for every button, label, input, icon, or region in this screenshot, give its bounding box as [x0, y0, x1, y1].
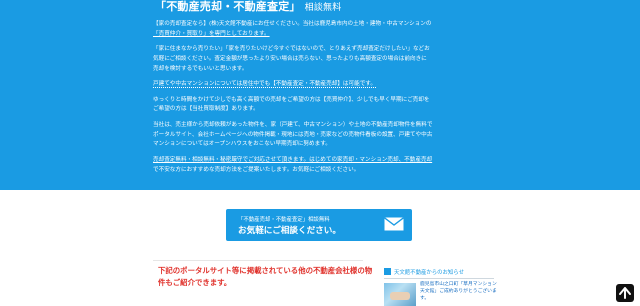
cta-big-label: お気軽にご相談ください。: [238, 226, 341, 236]
hero-paragraph-1: 【家の売却査定なら】(株)天文館不動産にお任せください。当社は鹿児島市内の土地・…: [153, 20, 493, 40]
hero-p5-line-1: 当社は、売主様から売却依頼があった物件を、家（戸建て、中古マンション）や土地の不…: [153, 121, 433, 128]
hero-paragraph-5: 当社は、売主様から売却依頼があった物件を、家（戸建て、中古マンション）や土地の不…: [153, 121, 493, 150]
hero-p5-line-3: マンションについてはオープンハウスをおこない早期売却に努めます。: [153, 141, 331, 148]
hero-title-sub: 相談無料: [304, 3, 342, 13]
news-heading-underline: [384, 278, 494, 279]
arrow-up-icon: [619, 287, 631, 299]
hero-title: 「不動産売却・不動産査定」 相談無料: [155, 0, 341, 14]
hero-paragraph-6: 売却査定無料・相談無料・秘密厳守でご対応させて頂きます。はじめての家売却・マンシ…: [153, 156, 493, 176]
hero-p2-line-2: 気軽にご相談ください。査定金額が思ったより安い場合は売らない、思ったよりも高額査…: [153, 55, 427, 62]
hero-p5-line-2: ポータルサイト、会社ホームページへの物件掲載・現地には売地・売家などの売物件看板…: [153, 131, 433, 138]
news-heading: 天文館不動産からのお知らせ: [384, 266, 484, 277]
hero-p2-line-1: 「家に住まなから売りたい」「家を売りたいけど今すぐではないので、とりあえず売却査…: [153, 46, 430, 53]
cta-small-label: 「不動産売却・不動産査定」相談無料: [238, 217, 330, 223]
portal-note: 下記のポータルサイト等に掲載されている他の不動産会社様の物件もご紹介できます。: [158, 266, 373, 287]
handshake-image: [390, 292, 410, 300]
hero-p3-line-1[interactable]: 戸建てや中古マンションについては居住中でも【不動産査定・不動産売却】は可能です。: [153, 81, 376, 89]
hero-p1-line-2[interactable]: 「売買仲介・買取り」を専門としております。: [153, 31, 270, 37]
hero-section: 「不動産売却・不動産査定」 相談無料 【家の売却査定なら】(株)天文館不動産にお…: [0, 0, 640, 190]
hero-p4-line-2: ご希望の方は【当社買取制度】あります。: [153, 106, 259, 113]
hero-p2-line-3: 売却を検討するでもいいと思います。: [153, 65, 248, 72]
news-heading-square-icon: [384, 268, 391, 275]
news-item[interactable]: 鹿児島市山之口町「草月マンション天文館」ご成約ありがとうございます。: [420, 281, 500, 302]
news-thumbnail[interactable]: [384, 283, 416, 306]
mail-icon: [384, 217, 404, 231]
hero-title-main: 「不動産売却・不動産査定」: [155, 0, 301, 13]
contact-cta-button[interactable]: 「不動産売却・不動産査定」相談無料 お気軽にご相談ください。: [226, 209, 412, 241]
hero-p6-line-1[interactable]: 売却査定無料・相談無料・秘密厳守でご対応させて頂きます。はじめての家売却・マンシ…: [153, 157, 432, 163]
hero-paragraph-3: 戸建てや中古マンションについては居住中でも【不動産査定・不動産売却】は可能です。: [153, 80, 493, 90]
scroll-to-top-button[interactable]: [616, 284, 634, 302]
hero-p6-line-2: で不安な方におすすめな売却方法をご提案いたします。お気軽にご相談ください。: [153, 166, 360, 173]
hero-body: 【家の売却査定なら】(株)天文館不動産にお任せください。当社は鹿児島市内の土地・…: [153, 20, 493, 181]
hero-p1-line-1: 【家の売却査定なら】(株)天文館不動産にお任せください。当社は鹿児島市内の土地・…: [153, 21, 432, 27]
hero-paragraph-2: 「家に住まなから売りたい」「家を売りたいけど今すぐではないので、とりあえず売却査…: [153, 45, 493, 74]
section-divider: [153, 260, 363, 261]
news-heading-label: 天文館不動産からのお知らせ: [394, 269, 464, 276]
hero-paragraph-4: ゆっくりと時間をかけて少しでも高く高額での売却をご希望の方は【売買仲介】、少しで…: [153, 96, 493, 116]
hero-p4-line-1: ゆっくりと時間をかけて少しでも高く高額での売却をご希望の方は【売買仲介】、少しで…: [153, 96, 430, 103]
news-item-text[interactable]: 鹿児島市山之口町「草月マンション天文館」ご成約ありがとうございます。: [420, 282, 497, 301]
